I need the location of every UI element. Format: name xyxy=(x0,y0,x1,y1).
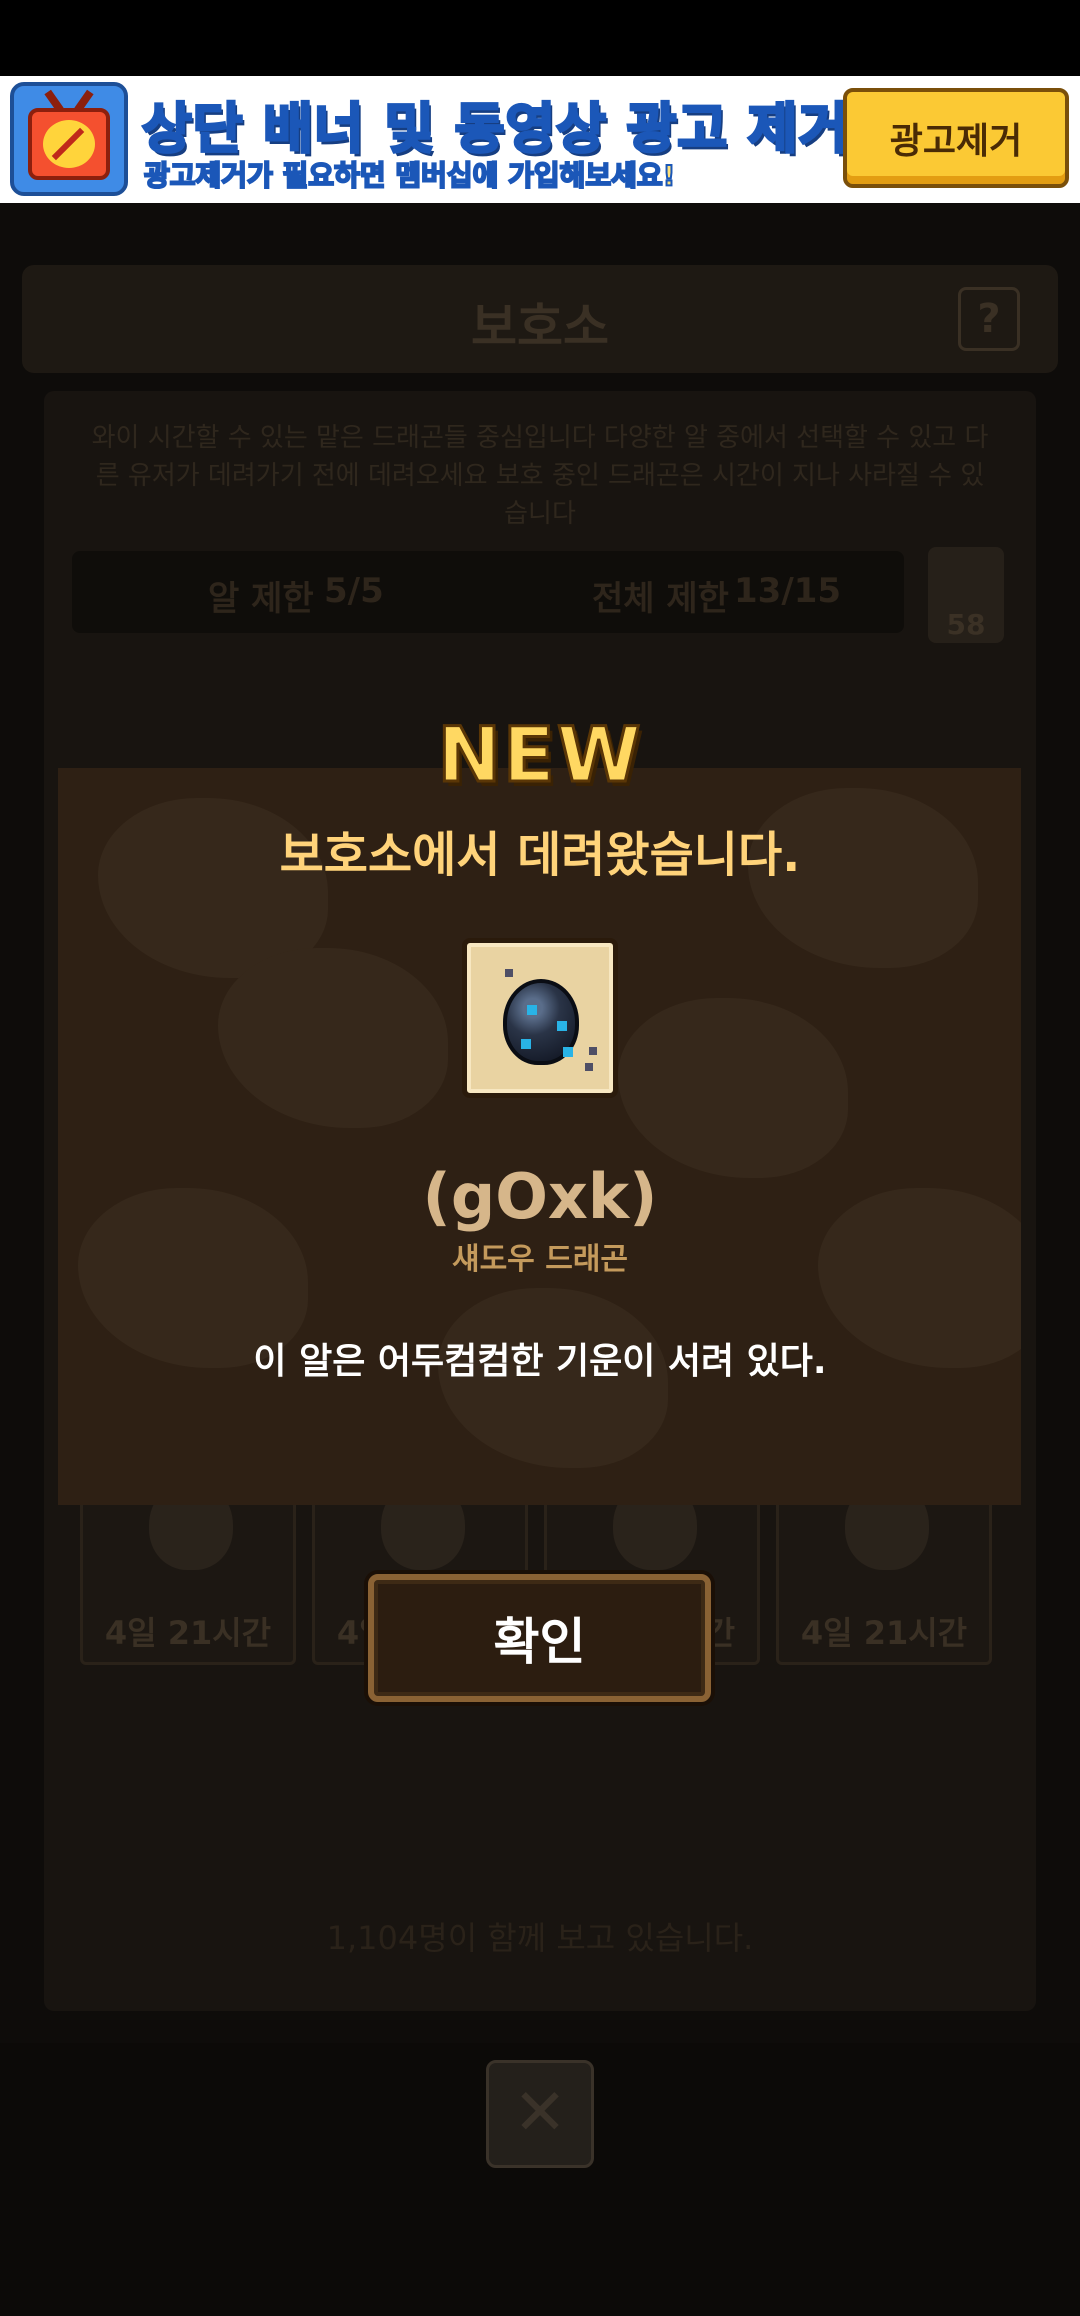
ad-title: 상단 배너 및 동영상 광고 제거! xyxy=(141,96,876,162)
status-bar xyxy=(0,0,1080,76)
ad-banner[interactable]: 상단 배너 및 동영상 광고 제거! 광고제거가 필요하면 멤버십에 가입해보세… xyxy=(0,76,1080,203)
viewer-count: 1,104명이 함께 보고 있습니다. xyxy=(326,1919,754,1957)
limit-bar: 알 제한 5/5 전체 제한 13/15 xyxy=(72,551,904,633)
no-ads-tv-icon xyxy=(10,82,128,196)
shadow-egg-icon xyxy=(462,938,618,1098)
egg-description: 이 알은 어두컴컴한 기운이 서려 있다. xyxy=(253,1341,827,1382)
page-title: 보호소 xyxy=(471,298,609,356)
dragon-name: (gOxk) xyxy=(422,1160,658,1233)
confirm-button[interactable]: 확인 xyxy=(368,1574,711,1702)
new-badge: NEW xyxy=(436,709,643,801)
egg-limit-label: 알 제한 xyxy=(208,579,314,619)
egg-limit-value: 5/5 xyxy=(324,571,384,611)
refresh-button[interactable]: 58 xyxy=(928,547,1004,643)
card-time: 4일 21시간 xyxy=(800,1614,968,1652)
close-button[interactable]: ✕ xyxy=(486,2060,594,2168)
remove-ads-button[interactable]: 광고제거 xyxy=(843,88,1069,188)
help-button[interactable]: ? xyxy=(958,287,1020,351)
card-time: 4일 21시간 xyxy=(104,1614,272,1652)
dragon-type: 섀도우 드래곤 xyxy=(451,1242,629,1277)
total-limit-label: 전체 제한 xyxy=(592,579,729,619)
total-limit-value: 13/15 xyxy=(734,571,842,611)
shelter-header: 보호소 ? xyxy=(22,265,1058,373)
modal-title: 보호소에서 데려왔습니다. xyxy=(279,827,801,883)
ad-subtitle: 광고제거가 필요하면 멤버십에 가입해보세요! xyxy=(143,158,676,193)
refresh-count: 58 xyxy=(946,608,986,641)
shelter-description: 와이 시간할 수 있는 맡은 드래곤들 중심입니다 다양한 알 중에서 선택할 … xyxy=(91,423,989,529)
